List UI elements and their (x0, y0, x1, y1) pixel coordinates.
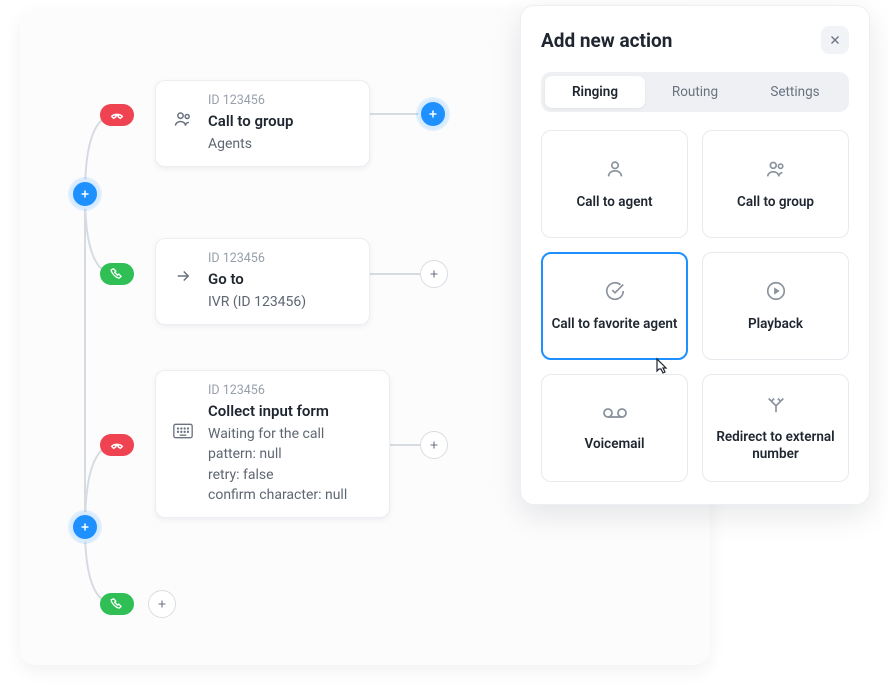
flow-node-goto[interactable]: ID 123456 Go to IVR (ID 123456) (155, 238, 370, 325)
node-sub: Agents (208, 134, 293, 154)
add-branch-button[interactable] (70, 512, 100, 542)
voicemail-icon (602, 404, 628, 426)
flow-node-collect-input[interactable]: ID 123456 Collect input form Waiting for… (155, 370, 390, 518)
action-redirect-external[interactable]: Redirect to external number (702, 374, 849, 482)
add-node-after-button[interactable] (420, 260, 448, 288)
tab-routing[interactable]: Routing (645, 76, 745, 108)
add-action-modal: Add new action Ringing Routing Settings … (520, 5, 870, 505)
tab-settings[interactable]: Settings (745, 76, 845, 108)
close-button[interactable] (821, 26, 849, 54)
play-circle-icon (765, 280, 787, 306)
tile-label: Playback (740, 316, 811, 333)
tile-label: Call to group (729, 194, 822, 211)
tile-label: Voicemail (577, 436, 653, 453)
answer-pill[interactable] (100, 593, 134, 615)
tile-label: Redirect to external number (703, 429, 848, 463)
flow-node-call-to-group[interactable]: ID 123456 Call to group Agents (155, 80, 370, 167)
action-call-to-agent[interactable]: Call to agent (541, 130, 688, 238)
check-circle-icon (604, 280, 626, 306)
tile-label: Call to agent (568, 194, 660, 211)
group-icon (764, 158, 788, 184)
group-icon (168, 93, 198, 129)
keypad-icon (168, 383, 198, 439)
hangup-pill[interactable] (100, 434, 134, 456)
node-title: Collect input form (208, 402, 347, 420)
tab-bar: Ringing Routing Settings (541, 72, 849, 112)
node-sub: Waiting for the call pattern: null retry… (208, 424, 347, 505)
answer-pill[interactable] (100, 263, 134, 285)
modal-title: Add new action (541, 29, 672, 52)
action-playback[interactable]: Playback (702, 252, 849, 360)
node-id: ID 123456 (208, 251, 306, 266)
node-sub: IVR (ID 123456) (208, 292, 306, 312)
tab-ringing[interactable]: Ringing (545, 76, 645, 108)
add-node-after-button[interactable] (420, 431, 448, 459)
hangup-pill[interactable] (100, 104, 134, 126)
tile-label: Call to favorite agent (544, 316, 686, 333)
action-call-to-group[interactable]: Call to group (702, 130, 849, 238)
node-id: ID 123456 (208, 93, 293, 108)
arrow-right-icon (168, 251, 198, 285)
user-icon (604, 158, 626, 184)
add-node-after-button[interactable] (418, 99, 448, 129)
action-voicemail[interactable]: Voicemail (541, 374, 688, 482)
action-call-to-favorite-agent[interactable]: Call to favorite agent (541, 252, 688, 360)
add-branch-button[interactable] (70, 179, 100, 209)
add-node-button[interactable] (148, 590, 176, 618)
node-title: Go to (208, 270, 306, 288)
branch-icon (765, 393, 787, 419)
node-title: Call to group (208, 112, 293, 130)
node-id: ID 123456 (208, 383, 347, 398)
